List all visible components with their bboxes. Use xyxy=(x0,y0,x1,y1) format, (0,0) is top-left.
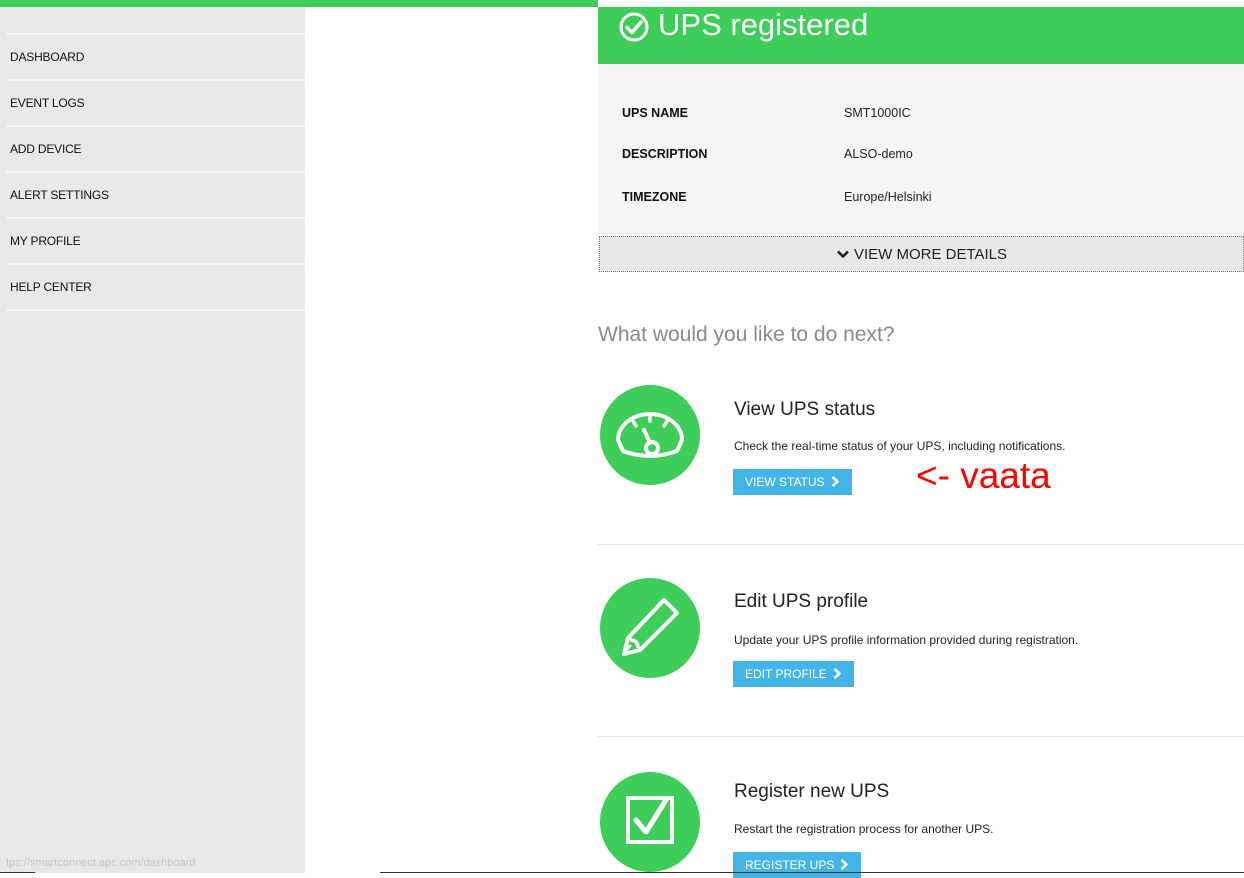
action-title: Register new UPS xyxy=(734,781,890,802)
button-label: REGISTER UPS xyxy=(745,858,835,872)
sidebar-item-dashboard[interactable]: DASHBOARD xyxy=(6,35,305,81)
chevron-right-icon xyxy=(833,668,841,679)
detail-label: DESCRIPTION xyxy=(622,147,708,161)
action-icon-circle xyxy=(600,385,700,485)
chevron-right-icon xyxy=(840,859,849,870)
sidebar-item-event-logs[interactable]: EVENT LOGS xyxy=(6,81,305,127)
sidebar-item-add-device[interactable]: ADD DEVICE xyxy=(6,127,305,173)
button-label: EDIT PROFILE xyxy=(745,667,827,681)
top-accent-strip xyxy=(0,0,598,7)
detail-value: Europe/Helsinki xyxy=(844,190,932,204)
action-title: Edit UPS profile xyxy=(734,591,869,612)
action-description: Update your UPS profile information prov… xyxy=(734,633,1079,647)
chevron-down-icon xyxy=(837,250,849,258)
annotation-arrow-text: <- vaata xyxy=(916,455,1051,496)
view-more-details-label: VIEW MORE DETAILS xyxy=(853,246,1008,263)
section-divider xyxy=(598,736,1244,737)
button-label: VIEW STATUS xyxy=(745,475,825,489)
view-more-details-button[interactable]: VIEW MORE DETAILS xyxy=(599,236,1244,272)
action-description: Check the real-time status of your UPS, … xyxy=(734,439,1066,453)
gauge-icon xyxy=(616,412,684,458)
action-icon-circle xyxy=(600,578,700,678)
action-description: Restart the registration process for ano… xyxy=(734,822,994,836)
check-circle-icon xyxy=(619,12,649,42)
success-banner: UPS registered xyxy=(598,7,1244,64)
pencil-icon xyxy=(622,598,679,656)
ups-details-panel: UPS NAME SMT1000IC DESCRIPTION ALSO-demo… xyxy=(598,64,1244,236)
chevron-right-icon xyxy=(831,476,839,487)
banner-title: UPS registered xyxy=(658,7,869,42)
detail-label: UPS NAME xyxy=(622,106,688,120)
checkbox-icon xyxy=(626,796,674,844)
next-steps-heading: What would you like to do next? xyxy=(598,323,895,346)
bottom-edge-line xyxy=(0,872,35,873)
register-ups-button[interactable]: REGISTER UPS xyxy=(733,852,862,878)
sidebar-item-help-center[interactable]: HELP CENTER xyxy=(6,265,305,311)
detail-value: SMT1000IC xyxy=(844,106,911,120)
sidebar-item-my-profile[interactable]: MY PROFILE xyxy=(6,219,305,265)
detail-value: ALSO-demo xyxy=(844,147,913,161)
action-title: View UPS status xyxy=(734,399,876,420)
browser-status-url: tps://smartconnect.apc.com/dashboard xyxy=(6,857,196,869)
sidebar-item-alert-settings[interactable]: ALERT SETTINGS xyxy=(6,173,305,219)
sidebar: DASHBOARD EVENT LOGS ADD DEVICE ALERT SE… xyxy=(0,7,305,873)
edit-profile-button[interactable]: EDIT PROFILE xyxy=(733,661,854,687)
detail-label: TIMEZONE xyxy=(622,190,687,204)
view-status-button[interactable]: VIEW STATUS xyxy=(733,469,852,495)
bottom-edge-line xyxy=(380,872,1244,873)
action-icon-circle xyxy=(600,772,700,872)
sidebar-menu: DASHBOARD EVENT LOGS ADD DEVICE ALERT SE… xyxy=(6,35,305,311)
section-divider xyxy=(598,544,1244,545)
